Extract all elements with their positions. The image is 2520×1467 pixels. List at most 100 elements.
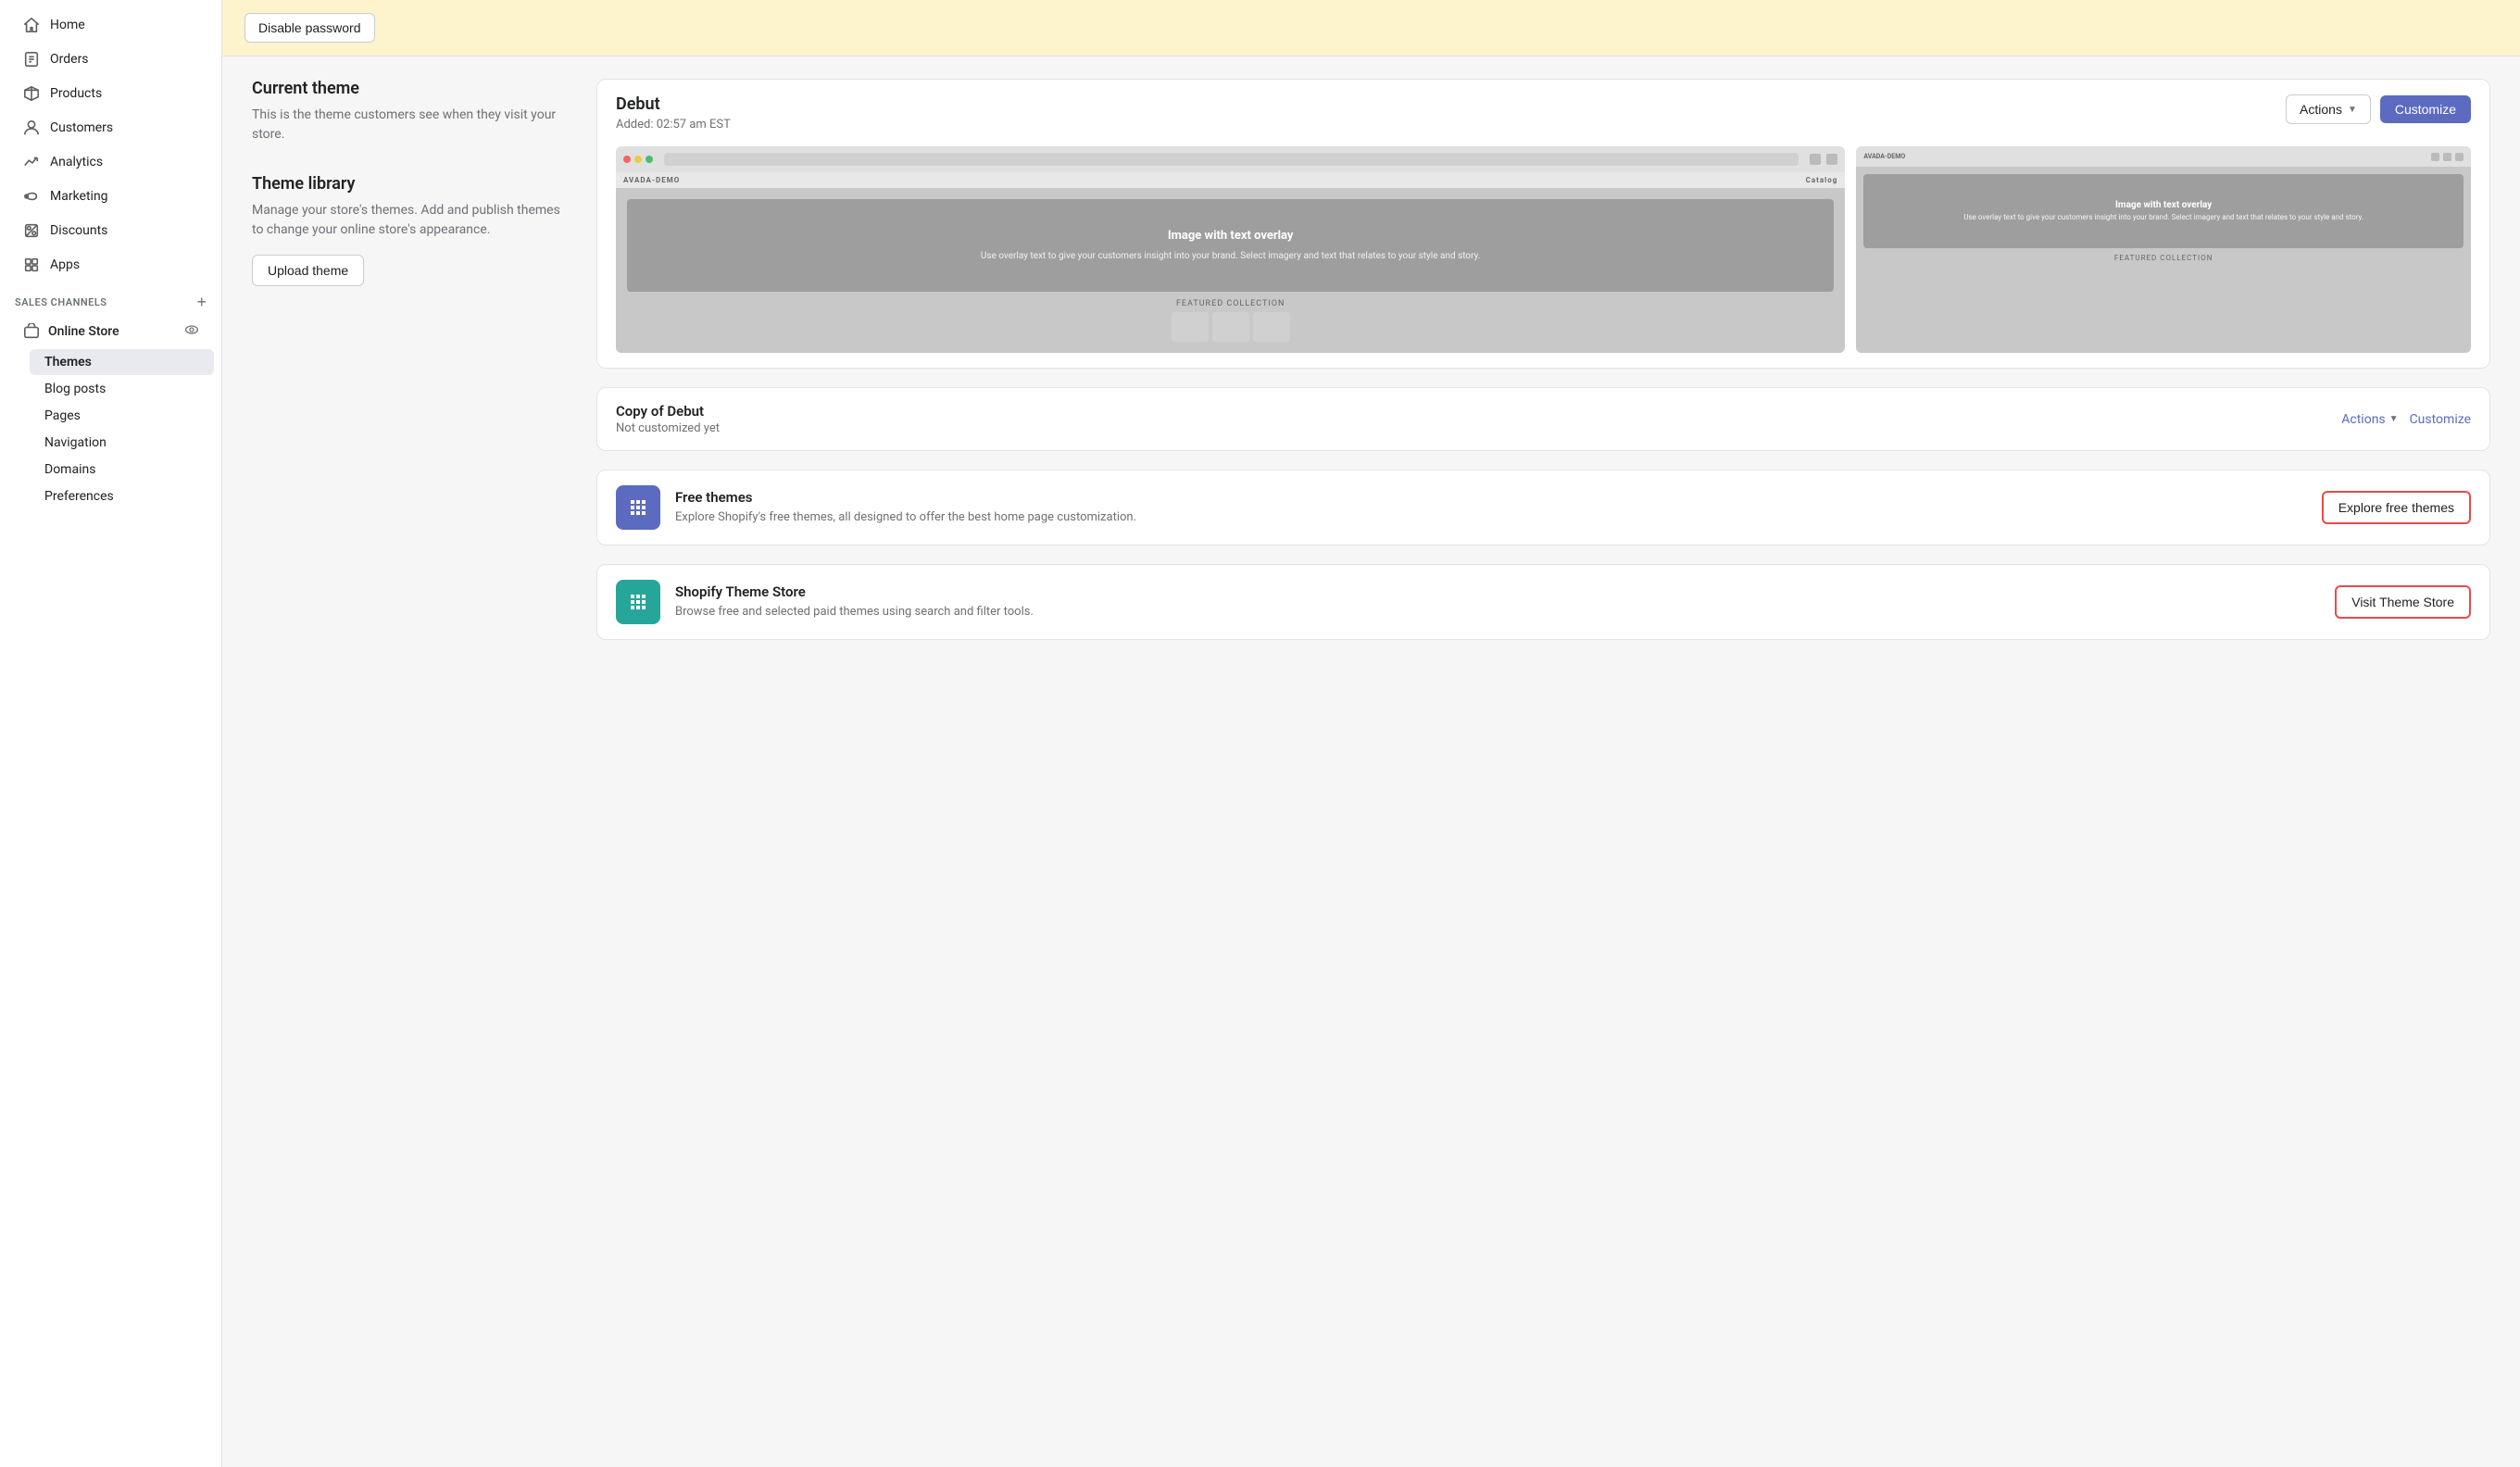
- preview-mobile-icon: [2443, 153, 2451, 161]
- sidebar-navigation: Home Orders Products Customers Analytics: [0, 0, 221, 518]
- preview-dot-red: [623, 156, 631, 163]
- sidebar-item-online-store[interactable]: Online Store: [7, 315, 214, 348]
- customers-icon: [22, 119, 41, 137]
- customize-button[interactable]: Customize: [2380, 95, 2471, 123]
- copy-customize-button[interactable]: Customize: [2410, 412, 2471, 427]
- free-themes-icon: [616, 485, 660, 530]
- preview-products-row: [1172, 312, 1290, 342]
- preview-dot-green: [646, 156, 653, 163]
- analytics-icon: [22, 153, 41, 171]
- page-body: Current theme This is the theme customer…: [222, 56, 2520, 662]
- add-sales-channel-button[interactable]: +: [196, 294, 207, 310]
- sub-item-preferences[interactable]: Preferences: [30, 483, 214, 509]
- theme-name: Debut: [616, 94, 731, 114]
- preview-product: [1253, 312, 1290, 342]
- theme-library-section: Theme library Manage your store's themes…: [252, 174, 567, 286]
- preview-mobile-hero-text: Image with text overlay Use overlay text…: [1963, 199, 2363, 222]
- theme-store-card: Shopify Theme Store Browse free and sele…: [596, 564, 2490, 640]
- preview-nav-links: Catalog: [1806, 176, 1838, 184]
- eye-icon[interactable]: [184, 322, 199, 341]
- copy-card-info: Copy of Debut Not customized yet: [616, 403, 720, 435]
- marketing-icon: [22, 187, 41, 206]
- sidebar-label: Orders: [50, 52, 89, 67]
- preview-dot-yellow: [634, 156, 642, 163]
- copy-actions-button[interactable]: Actions ▼: [2341, 412, 2398, 427]
- preview-icon: [1826, 154, 1837, 165]
- preview-featured-label: FEATURED COLLECTION: [1176, 299, 1285, 308]
- preview-mobile-featured: FEATURED COLLECTION: [1863, 254, 2464, 262]
- current-theme-card: Debut Added: 02:57 am EST Actions ▼ Cust…: [596, 79, 2490, 369]
- preview-hero-desktop: Image with text overlay Use overlay text…: [627, 199, 1834, 292]
- sub-item-pages[interactable]: Pages: [30, 403, 214, 429]
- preview-product: [1212, 312, 1249, 342]
- sidebar-label: Home: [50, 18, 85, 32]
- theme-store-icon: [616, 580, 660, 624]
- chevron-down-icon: ▼: [2348, 105, 2357, 115]
- discounts-icon: [22, 221, 41, 240]
- preview-mobile-bar: AVADA-DEMO: [1856, 146, 2471, 167]
- sidebar-item-customers[interactable]: Customers: [7, 111, 214, 144]
- preview-bar: [616, 146, 1845, 172]
- sidebar-item-analytics[interactable]: Analytics: [7, 145, 214, 179]
- upload-theme-button[interactable]: Upload theme: [252, 255, 364, 286]
- preview-url-bar: [664, 153, 1799, 166]
- preview-mobile-logo: AVADA-DEMO: [1863, 153, 1905, 160]
- free-themes-card: Free themes Explore Shopify's free theme…: [596, 470, 2490, 545]
- preview-icon: [1810, 154, 1821, 165]
- preview-mobile-hero: Image with text overlay Use overlay text…: [1863, 174, 2464, 248]
- current-theme-title: Current theme: [252, 79, 567, 98]
- sub-item-blog-posts[interactable]: Blog posts: [30, 376, 214, 402]
- home-icon: [22, 16, 41, 34]
- preview-hero-text: Image with text overlay Use overlay text…: [981, 228, 1481, 263]
- disable-password-button[interactable]: Disable password: [244, 13, 375, 43]
- main-content: Disable password Current theme This is t…: [222, 0, 2520, 1467]
- library-title: Theme library: [252, 174, 567, 194]
- sub-item-themes[interactable]: Themes: [30, 349, 214, 375]
- password-banner: Disable password: [222, 0, 2520, 56]
- left-column: Current theme This is the theme customer…: [252, 79, 567, 640]
- copy-theme-card: Copy of Debut Not customized yet Actions…: [596, 387, 2490, 451]
- online-store-icon: [22, 322, 41, 341]
- sub-item-navigation[interactable]: Navigation: [30, 430, 214, 456]
- preview-mobile-icon: [2431, 153, 2439, 161]
- right-column: Debut Added: 02:57 am EST Actions ▼ Cust…: [596, 79, 2490, 640]
- actions-button[interactable]: Actions ▼: [2286, 94, 2371, 124]
- theme-card-info: Debut Added: 02:57 am EST: [616, 94, 731, 132]
- sidebar-label: Apps: [50, 257, 80, 272]
- theme-store-info: Shopify Theme Store Browse free and sele…: [675, 583, 2320, 621]
- sidebar-item-home[interactable]: Home: [7, 8, 214, 42]
- sales-channels-label: SALES CHANNELS +: [0, 282, 221, 314]
- free-themes-desc: Explore Shopify's free themes, all desig…: [675, 509, 2307, 526]
- theme-store-title: Shopify Theme Store: [675, 583, 2320, 600]
- free-themes-info: Free themes Explore Shopify's free theme…: [675, 489, 2307, 526]
- sidebar-item-marketing[interactable]: Marketing: [7, 180, 214, 213]
- theme-meta: Added: 02:57 am EST: [616, 118, 731, 132]
- visit-theme-store-button[interactable]: Visit Theme Store: [2335, 585, 2471, 619]
- preview-product: [1172, 312, 1209, 342]
- explore-free-themes-button[interactable]: Explore free themes: [2322, 491, 2471, 524]
- apps-icon: [22, 256, 41, 274]
- theme-preview: AVADA-DEMO Catalog Image with text overl…: [597, 146, 2489, 368]
- preview-mobile-content: Image with text overlay Use overlay text…: [1856, 167, 2471, 353]
- chevron-down-icon: ▼: [2389, 414, 2399, 424]
- sidebar-item-discounts[interactable]: Discounts: [7, 214, 214, 247]
- products-icon: [22, 84, 41, 103]
- sidebar-item-apps[interactable]: Apps: [7, 248, 214, 282]
- sidebar-item-orders[interactable]: Orders: [7, 43, 214, 76]
- orders-icon: [22, 50, 41, 69]
- preview-brand-bar: AVADA-DEMO Catalog: [616, 172, 1845, 188]
- sub-navigation: Themes Blog posts Pages Navigation Domai…: [0, 349, 221, 509]
- current-theme-section: Current theme This is the theme customer…: [252, 79, 567, 144]
- library-desc: Manage your store's themes. Add and publ…: [252, 201, 567, 240]
- sidebar-item-products[interactable]: Products: [7, 77, 214, 110]
- sidebar-label: Marketing: [50, 189, 108, 204]
- free-themes-title: Free themes: [675, 489, 2307, 506]
- sub-item-domains[interactable]: Domains: [30, 457, 214, 483]
- preview-desktop: AVADA-DEMO Catalog Image with text overl…: [616, 146, 1845, 353]
- preview-mobile: AVADA-DEMO Image with text overlay: [1856, 146, 2471, 353]
- sidebar-label: Customers: [50, 120, 113, 135]
- online-store-label: Online Store: [48, 324, 119, 339]
- current-theme-desc: This is the theme customers see when the…: [252, 106, 567, 144]
- preview-icons: [1810, 154, 1837, 165]
- sidebar-label: Products: [50, 86, 102, 101]
